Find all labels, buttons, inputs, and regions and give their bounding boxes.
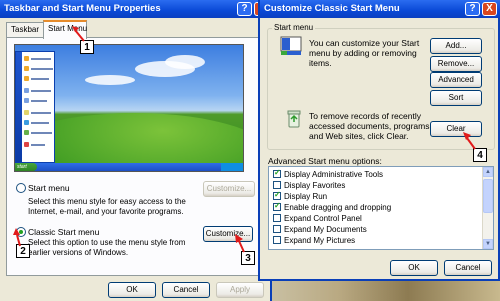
start-menu-description: Select this menu style for easy access t… [28, 197, 186, 216]
window-title: Taskbar and Start Menu Properties [0, 0, 272, 18]
advanced-options-title: Advanced Start menu options: [268, 156, 382, 166]
help-icon[interactable]: ? [465, 2, 480, 16]
ok-button[interactable]: OK [390, 260, 438, 276]
remove-button[interactable]: Remove... [430, 56, 482, 72]
tab-taskbar[interactable]: Taskbar [6, 22, 44, 38]
window-title: Customize Classic Start Menu [260, 0, 500, 18]
start-menu-radio-label: Start menu [28, 183, 70, 193]
customize-description: You can customize your Start menu by add… [309, 38, 420, 68]
start-menu-preview: start [14, 44, 244, 172]
start-menu-group-title: Start menu [272, 23, 316, 32]
callout-arrow-1 [72, 26, 85, 42]
sort-button[interactable]: Sort [430, 90, 482, 106]
add-button[interactable]: Add... [430, 38, 482, 54]
option-expand-my-documents[interactable]: Expand My Documents [273, 225, 367, 236]
checkbox[interactable] [273, 201, 281, 211]
option-enable-drag-drop[interactable]: Enable dragging and dropping [273, 201, 391, 214]
scroll-up-icon[interactable]: ▲ [483, 167, 493, 177]
checkbox[interactable] [273, 190, 281, 200]
ok-button[interactable]: OK [108, 282, 156, 298]
checkbox[interactable] [273, 181, 281, 189]
classic-start-menu-radio-label: Classic Start menu [28, 227, 100, 237]
option-display-run[interactable]: Display Run [273, 190, 327, 203]
start-menu-radio[interactable] [16, 183, 26, 193]
advanced-options-list: Display Administrative Tools Display Fav… [268, 166, 494, 250]
callout-arrow-3 [235, 234, 245, 253]
apply-button[interactable]: Apply [216, 282, 264, 298]
option-display-admin-tools[interactable]: Display Administrative Tools [273, 168, 383, 181]
taskbar-start-icon [280, 36, 302, 58]
list-scrollbar[interactable]: ▲ ▼ [482, 167, 493, 249]
callout-arrow-4 [463, 132, 476, 150]
cancel-button[interactable]: Cancel [444, 260, 492, 276]
close-icon[interactable]: X [482, 2, 497, 16]
checkbox[interactable] [273, 168, 281, 178]
option-expand-control-panel[interactable]: Expand Control Panel [273, 214, 362, 225]
recycle-bin-icon [286, 110, 302, 130]
checkbox[interactable] [273, 214, 281, 222]
customize-start-menu-button[interactable]: Customize... [203, 181, 255, 197]
checkbox[interactable] [273, 225, 281, 233]
scroll-thumb[interactable] [483, 179, 493, 213]
cancel-button[interactable]: Cancel [162, 282, 210, 298]
taskbar-start-menu-properties-window: Taskbar and Start Menu Properties ? X Ta… [0, 0, 272, 301]
help-icon[interactable]: ? [237, 2, 252, 16]
scroll-down-icon[interactable]: ▼ [483, 239, 493, 249]
advanced-button[interactable]: Advanced [430, 72, 482, 88]
option-display-favorites[interactable]: Display Favorites [273, 181, 345, 192]
callout-arrow-2 [13, 228, 21, 247]
clear-description: To remove records of recently accessed d… [309, 111, 432, 141]
option-expand-my-pictures[interactable]: Expand My Pictures [273, 236, 355, 247]
checkbox[interactable] [273, 236, 281, 244]
classic-start-menu-description: Select this option to use the menu style… [28, 238, 186, 257]
preview-start-button: start [15, 163, 37, 171]
preview-start-menu [15, 51, 55, 163]
